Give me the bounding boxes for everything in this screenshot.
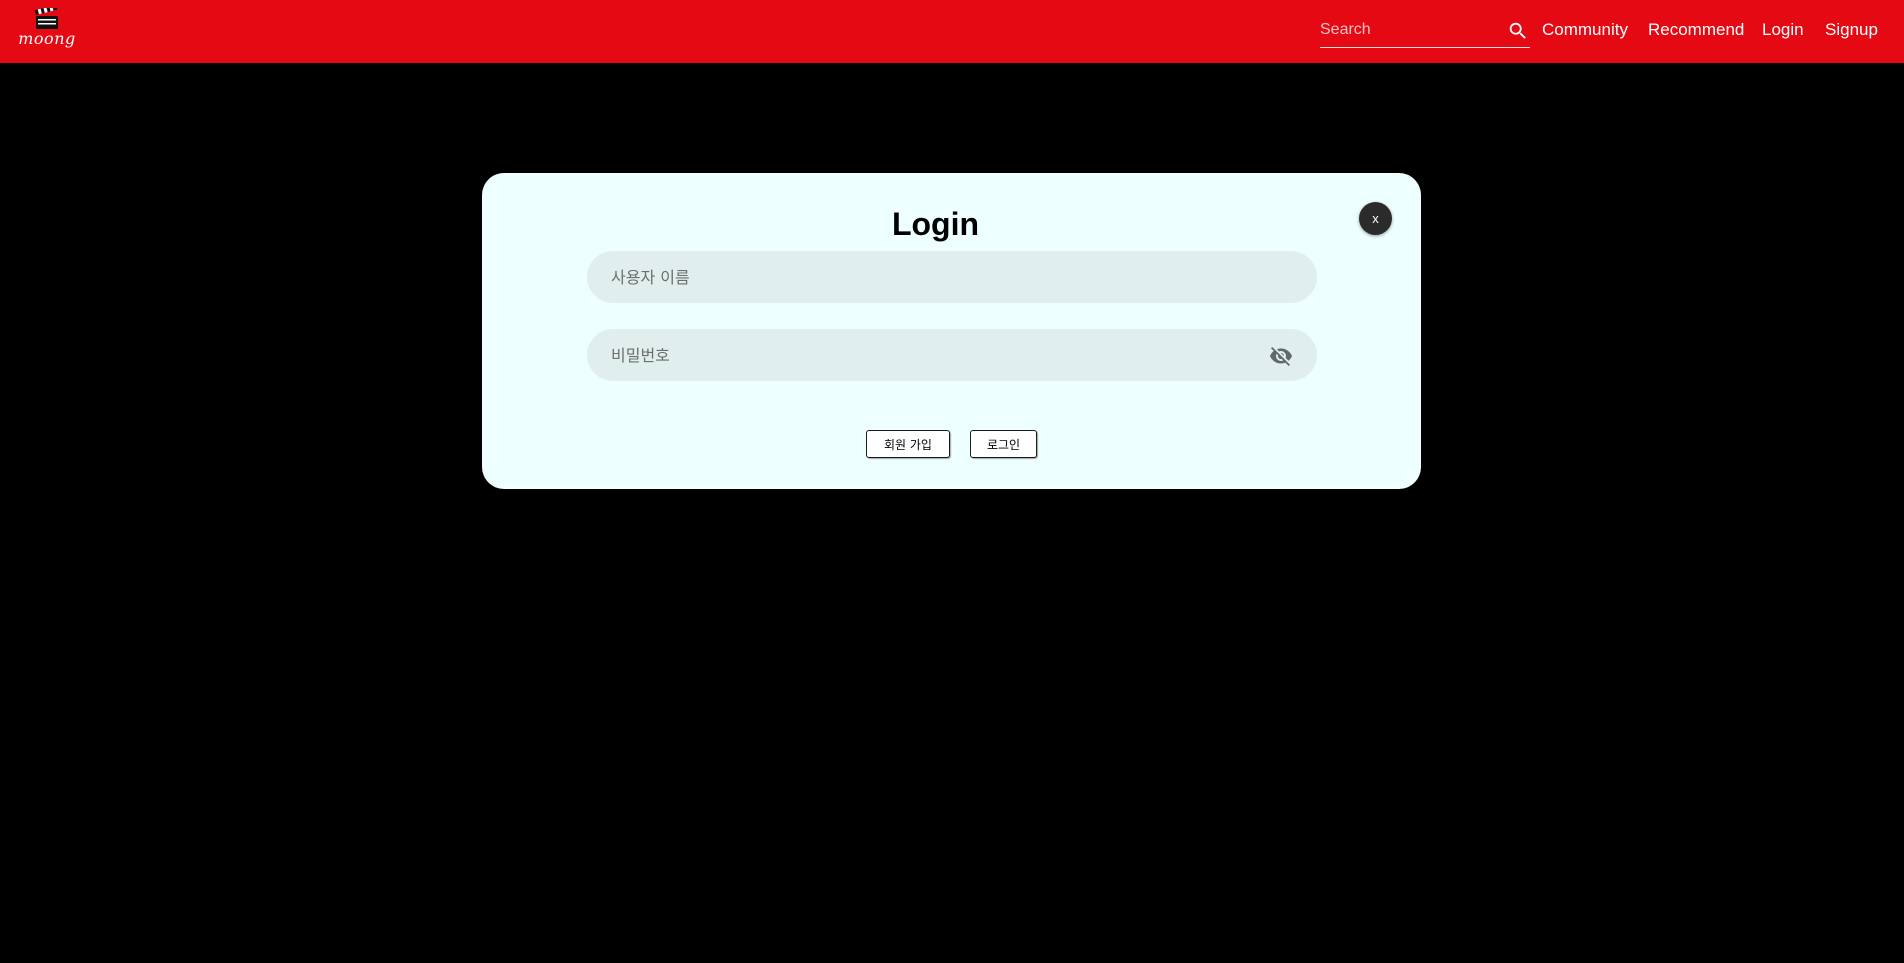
search-bar (1320, 15, 1530, 48)
login-button[interactable]: 로그인 (970, 430, 1037, 458)
nav-link-signup[interactable]: Signup (1825, 19, 1878, 41)
brand-name: moong (18, 29, 76, 48)
search-input[interactable] (1320, 15, 1495, 45)
eye-off-icon[interactable] (1269, 344, 1293, 368)
nav-link-recommend[interactable]: Recommend (1648, 19, 1744, 41)
username-input[interactable] (611, 251, 1251, 303)
search-icon[interactable] (1507, 20, 1529, 42)
clapperboard-icon (34, 8, 58, 29)
nav-link-community[interactable]: Community (1542, 19, 1628, 41)
login-modal: Login x 회원 가입 로그인 (482, 173, 1421, 489)
nav-link-login[interactable]: Login (1762, 19, 1804, 41)
password-field (587, 329, 1317, 381)
password-input[interactable] (611, 329, 1251, 381)
username-field (587, 251, 1317, 303)
logo[interactable]: moong (18, 8, 76, 54)
signup-button[interactable]: 회원 가입 (866, 430, 950, 458)
top-navbar: moong Community Recommend Login Signup (0, 0, 1904, 63)
close-button[interactable]: x (1359, 202, 1392, 235)
modal-title: Login (891, 206, 980, 242)
